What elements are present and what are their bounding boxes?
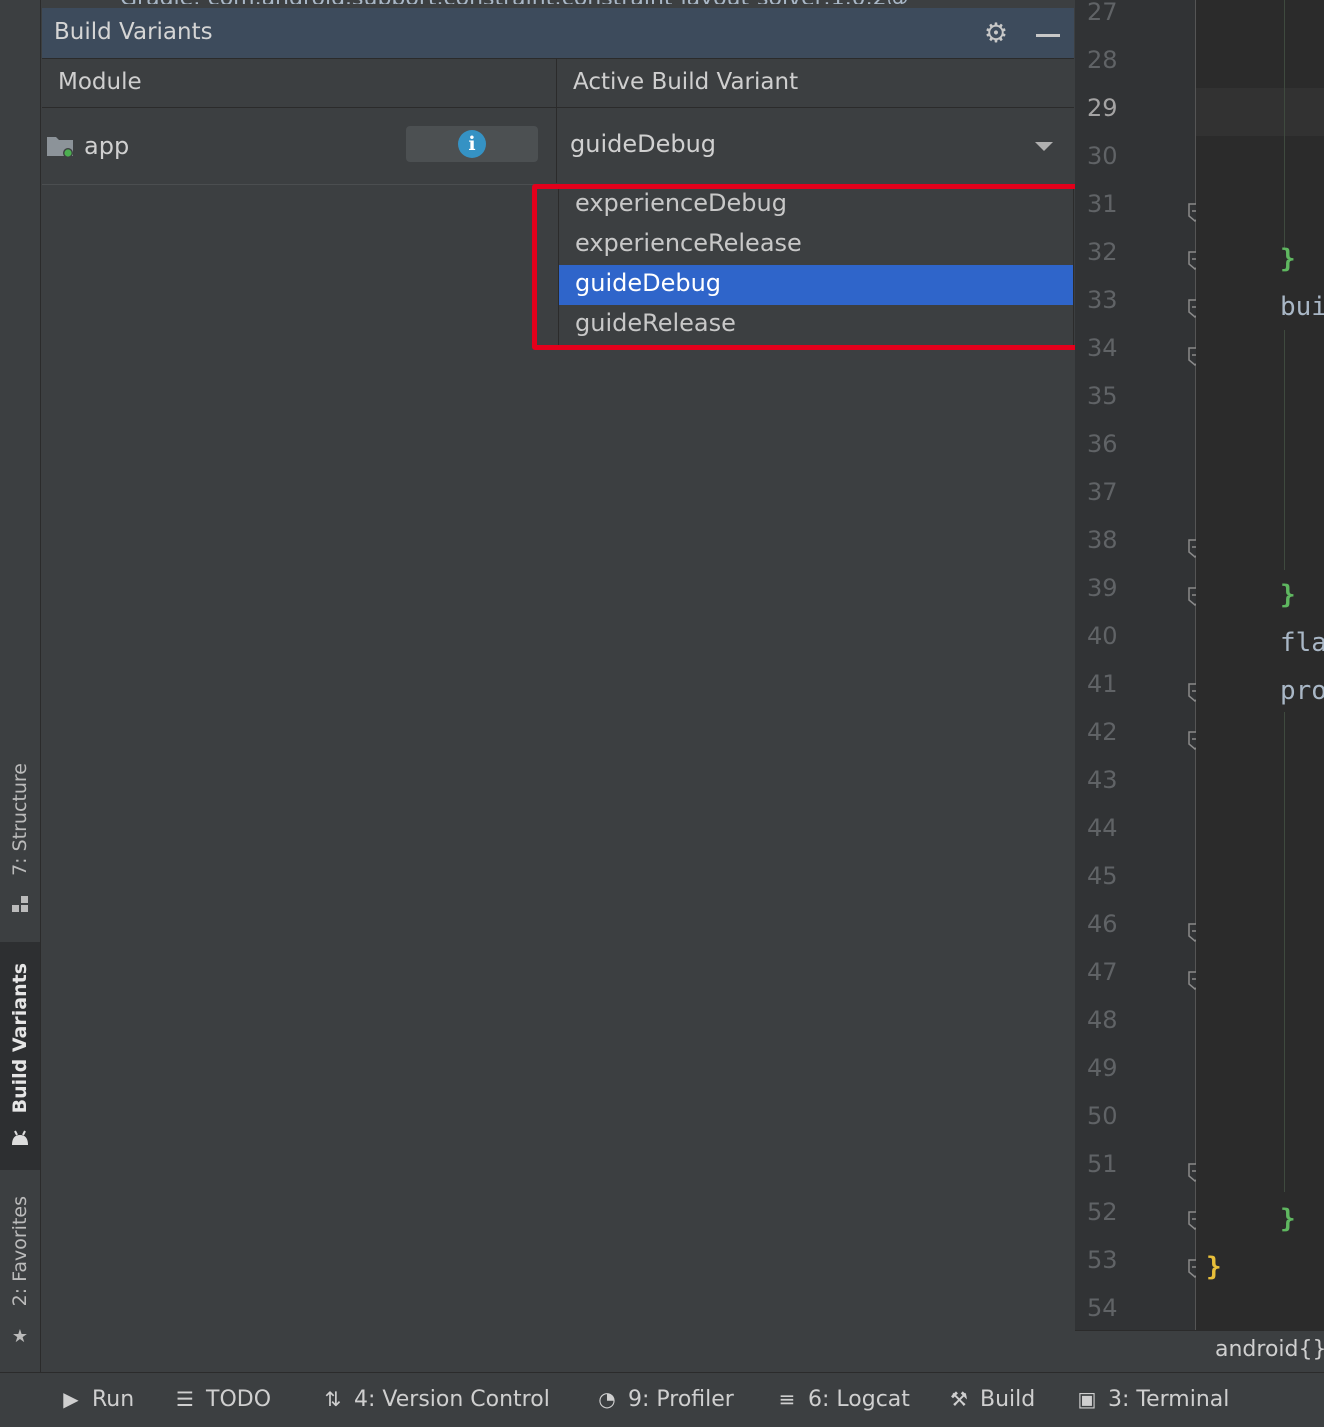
tab-structure-label: 7: Structure [9,762,31,876]
tool-run-label: Run [92,1386,135,1412]
minimize-icon[interactable] [1036,34,1060,37]
line-number: 50 [1087,1102,1118,1130]
line-number: 44 [1087,814,1118,842]
tab-build-variants[interactable]: Build Variants [0,942,40,1170]
line-number: 40 [1087,622,1118,650]
tab-structure[interactable]: 7: Structure [0,748,40,920]
line-number: 30 [1087,142,1118,170]
code-editor[interactable]: } bui} fla pro}} [1196,0,1324,1330]
line-number: 52 [1087,1198,1118,1226]
tool-todo[interactable]: ☰ TODO [174,1381,271,1417]
android-icon [10,1128,30,1148]
breadcrumb: android{} [1075,1330,1324,1373]
annotation-highlight-box [532,184,1134,350]
table-header: Module Active Build Variant [42,59,1074,108]
code-fragment: bui [1280,292,1324,322]
line-number: 54 [1087,1294,1118,1322]
tool-logcat[interactable]: ≡ 6: Logcat [776,1381,910,1417]
terminal-icon: ▣ [1077,1387,1097,1411]
code-fragment: fla [1280,628,1324,658]
gear-icon[interactable]: ⚙ [982,20,1010,48]
line-number: 39 [1087,574,1118,602]
line-number: 51 [1087,1150,1118,1178]
tab-favorites[interactable]: 2: Favorites ★ [0,1180,40,1352]
editor-gutter: 27 28 29 30 31 32 33 34 35 36 37 38 39 40 41 42 43 44 45 46… [1075,0,1202,1330]
tool-run[interactable]: ▶ Run [60,1381,134,1417]
hammer-icon: ⚒ [950,1387,968,1411]
indent-guide [1284,0,1285,250]
column-header-variant[interactable]: Active Build Variant [573,69,798,95]
tool-terminal-label: 3: Terminal [1108,1386,1230,1412]
bottom-tool-bar: ▶ Run ☰ TODO ⇅ 4: Version Control ◔ 9: Profi… [0,1372,1324,1427]
line-number: 43 [1087,766,1118,794]
logcat-icon: ≡ [778,1387,796,1411]
tab-favorites-label: 2: Favorites [9,1195,31,1307]
tool-version-control[interactable]: ⇅ 4: Version Control [322,1381,550,1417]
line-number: 27 [1087,0,1118,26]
build-variant-select[interactable]: guideDebug [557,108,1074,184]
line-number: 28 [1087,46,1118,74]
code-fragment: } [1280,244,1296,274]
line-number: 32 [1087,238,1118,266]
panel-title: Build Variants [54,19,213,45]
line-number: 31 [1087,190,1118,218]
tab-build-variants-label: Build Variants [9,962,31,1114]
line-number: 38 [1087,526,1118,554]
current-line-highlight [1196,88,1324,136]
table-row[interactable]: app i guideDebug [42,108,1074,185]
line-number: 49 [1087,1054,1118,1082]
line-number: 33 [1087,286,1118,314]
code-fragment: } [1280,580,1296,610]
tool-logcat-label: 6: Logcat [808,1386,910,1412]
indent-guide [1284,330,1285,570]
line-number: 29 [1087,94,1118,122]
line-number: 47 [1087,958,1118,986]
line-number: 41 [1087,670,1118,698]
line-number: 35 [1087,382,1118,410]
tool-version-control-label: 4: Version Control [354,1386,550,1412]
tool-build[interactable]: ⚒ Build [948,1381,1035,1417]
line-number: 46 [1087,910,1118,938]
module-name: app [84,132,130,160]
star-icon: ★ [11,1325,29,1347]
structure-icon [10,894,30,914]
tool-terminal[interactable]: ▣ 3: Terminal [1076,1381,1230,1417]
line-number: 36 [1087,430,1118,458]
code-fragment: pro [1280,676,1324,706]
profiler-icon: ◔ [598,1387,616,1411]
run-icon: ▶ [63,1387,79,1411]
build-variant-value: guideDebug [570,130,717,158]
info-button[interactable]: i [406,126,538,162]
line-number: 53 [1087,1246,1118,1274]
info-icon: i [458,130,486,158]
version-control-icon: ⇅ [324,1387,342,1411]
indent-guide [1284,712,1285,1192]
todo-icon: ☰ [176,1387,194,1411]
tool-todo-label: TODO [206,1386,272,1412]
line-number: 45 [1087,862,1118,890]
column-header-module[interactable]: Module [58,69,142,95]
tool-build-label: Build [980,1386,1036,1412]
chevron-down-icon [1035,142,1053,151]
code-fragment: } [1280,1204,1296,1234]
breadcrumb-item[interactable]: android{} [1215,1337,1324,1362]
line-number: 42 [1087,718,1118,746]
panel-header: Build Variants ⚙ [42,8,1074,59]
line-number: 34 [1087,334,1118,362]
line-number: 37 [1087,478,1118,506]
module-folder-icon [46,134,74,158]
tool-profiler-label: 9: Profiler [628,1386,734,1412]
left-tool-stripe: 7: Structure Build Variants 2: Favorites… [0,0,41,1372]
code-fragment: } [1206,1252,1222,1282]
line-number: 48 [1087,1006,1118,1034]
tool-profiler[interactable]: ◔ 9: Profiler [596,1381,734,1417]
